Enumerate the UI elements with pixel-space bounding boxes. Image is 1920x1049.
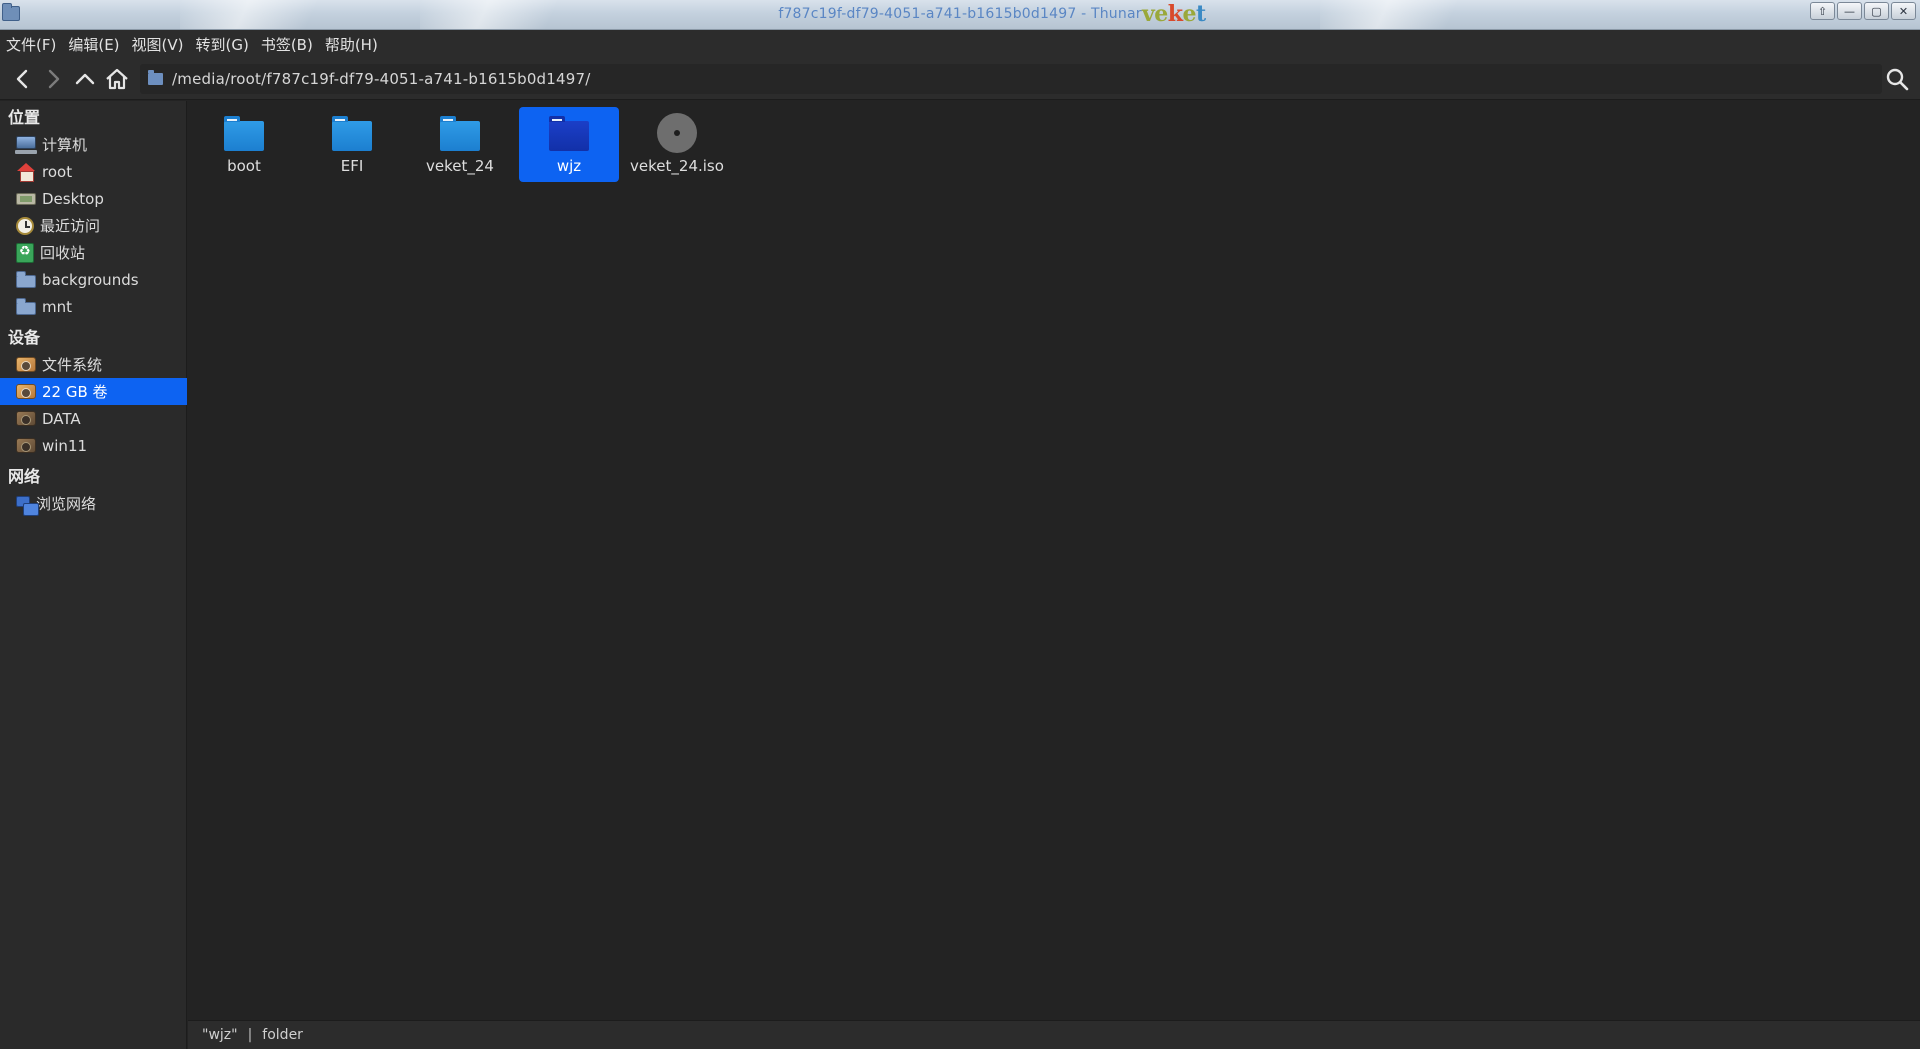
menu-bar: 文件(F) 编辑(E) 视图(V) 转到(G) 书签(B) 帮助(H) <box>0 30 1920 58</box>
menu-view[interactable]: 视图(V) <box>132 34 184 55</box>
home-icon <box>106 68 128 90</box>
window-controls: ⇧ — ▢ ✕ <box>1810 2 1916 20</box>
folder-icon <box>16 270 36 288</box>
sidebar-item-label: mnt <box>42 297 72 316</box>
status-selection: "wjz" <box>202 1027 238 1043</box>
sidebar-item-label: 最近访问 <box>40 217 101 235</box>
chevron-right-icon <box>48 69 60 89</box>
file-name: wjz <box>556 157 582 175</box>
folder-icon <box>332 113 372 153</box>
network-icon <box>16 495 39 516</box>
chevron-up-icon <box>75 73 95 85</box>
title-bar[interactable]: f787c19f-df79-4051-a741-b1615b0d1497 - T… <box>0 0 1920 30</box>
home-folder-icon <box>16 162 36 182</box>
desktop-icon <box>16 192 36 205</box>
chevron-left-icon <box>16 69 28 89</box>
menu-help[interactable]: 帮助(H) <box>325 34 378 55</box>
computer-icon <box>15 136 37 154</box>
file-item-efi[interactable]: EFI <box>302 107 402 182</box>
sidebar-item-label: 22 GB 卷 <box>42 383 108 401</box>
folder-icon <box>549 113 589 153</box>
shade-button[interactable]: ⇧ <box>1810 2 1835 20</box>
sidebar-header-network: 网络 <box>8 467 41 486</box>
sidebar-header-devices: 设备 <box>8 328 41 347</box>
sidebar-item-recent[interactable]: 最近访问 <box>0 212 187 239</box>
menu-bookmarks[interactable]: 书签(B) <box>261 34 313 55</box>
location-bar[interactable]: /media/root/f787c19f-df79-4051-a741-b161… <box>140 64 1882 94</box>
brand-logo: veket <box>1142 1 1206 27</box>
window-title: f787c19f-df79-4051-a741-b1615b0d1497 - T… <box>778 6 1142 22</box>
sidebar-item-label: root <box>42 162 73 181</box>
status-separator: | <box>247 1027 253 1043</box>
sidebar-item-root[interactable]: root <box>0 158 187 185</box>
file-name: veket_24 <box>426 157 494 175</box>
status-bar: "wjz" | folder <box>188 1020 1920 1049</box>
drive-icon <box>16 384 36 399</box>
menu-file[interactable]: 文件(F) <box>6 34 56 55</box>
folder-icon <box>440 113 480 153</box>
sidebar: 位置 计算机 root Desktop 最近访问 回收站 backgrounds… <box>0 101 187 1049</box>
file-name: boot <box>227 157 261 175</box>
sidebar-item-label: Desktop <box>42 189 104 208</box>
sidebar-item-label: win11 <box>42 436 88 455</box>
toolbar: /media/root/f787c19f-df79-4051-a741-b161… <box>0 58 1920 100</box>
sidebar-item-label: DATA <box>42 409 81 428</box>
sidebar-item-label: 文件系统 <box>42 356 103 374</box>
file-item-veket-24[interactable]: veket_24 <box>410 107 510 182</box>
sidebar-item-label: backgrounds <box>42 270 139 289</box>
trash-icon <box>16 242 34 263</box>
sidebar-item-desktop[interactable]: Desktop <box>0 185 187 212</box>
home-button[interactable] <box>104 66 130 92</box>
search-icon <box>1886 68 1909 91</box>
location-path[interactable]: /media/root/f787c19f-df79-4051-a741-b161… <box>172 70 591 88</box>
disc-image-icon <box>657 113 697 153</box>
forward-button[interactable] <box>40 66 66 92</box>
search-button[interactable] <box>1884 66 1910 92</box>
sidebar-item-22gb-volume[interactable]: 22 GB 卷 <box>0 378 187 405</box>
file-view[interactable]: boot EFI veket_24 wjz veket_24.iso <box>188 101 1920 1020</box>
sidebar-item-trash[interactable]: 回收站 <box>0 239 187 266</box>
sidebar-item-win11[interactable]: win11 <box>0 432 187 459</box>
file-name: veket_24.iso <box>630 157 724 175</box>
sidebar-header-places: 位置 <box>8 108 41 127</box>
folder-icon <box>16 297 36 315</box>
folder-icon <box>148 70 163 85</box>
sidebar-item-backgrounds[interactable]: backgrounds <box>0 266 187 293</box>
drive-icon <box>16 411 36 426</box>
drive-icon <box>16 438 36 453</box>
clock-icon <box>16 216 34 235</box>
menu-go[interactable]: 转到(G) <box>196 34 249 55</box>
up-button[interactable] <box>72 66 98 92</box>
file-item-wjz[interactable]: wjz <box>519 107 619 182</box>
sidebar-item-label: 浏览网络 <box>36 495 97 513</box>
status-kind: folder <box>262 1027 303 1043</box>
file-item-veket-24-iso[interactable]: veket_24.iso <box>627 107 727 182</box>
sidebar-item-label: 计算机 <box>42 136 88 154</box>
sidebar-item-computer[interactable]: 计算机 <box>0 131 187 158</box>
sidebar-item-mnt[interactable]: mnt <box>0 293 187 320</box>
menu-edit[interactable]: 编辑(E) <box>68 34 119 55</box>
back-button[interactable] <box>10 66 36 92</box>
folder-icon <box>224 113 264 153</box>
minimize-button[interactable]: — <box>1837 2 1862 20</box>
sidebar-item-filesystem[interactable]: 文件系统 <box>0 351 187 378</box>
drive-icon <box>16 357 36 372</box>
maximize-button[interactable]: ▢ <box>1864 2 1889 20</box>
sidebar-item-data[interactable]: DATA <box>0 405 187 432</box>
sidebar-item-browse-network[interactable]: 浏览网络 <box>0 490 187 517</box>
file-name: EFI <box>340 157 364 175</box>
sidebar-item-label: 回收站 <box>40 244 86 262</box>
file-item-boot[interactable]: boot <box>194 107 294 182</box>
close-button[interactable]: ✕ <box>1891 2 1916 20</box>
